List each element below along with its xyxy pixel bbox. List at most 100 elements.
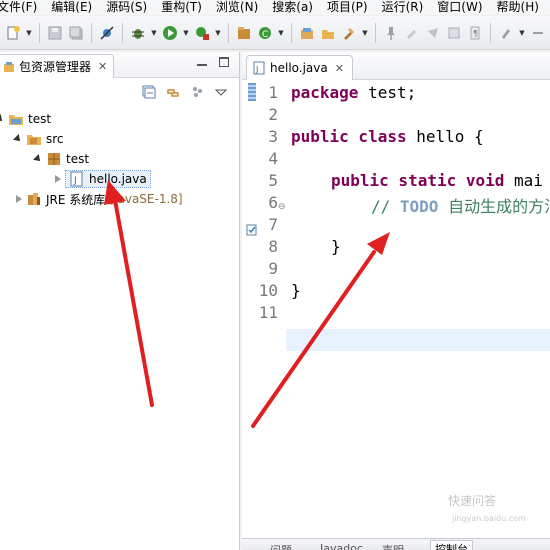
keyword: package (291, 83, 359, 102)
collapse-all-icon[interactable] (141, 84, 157, 100)
tab-declaration[interactable]: 声明 (382, 542, 404, 550)
close-icon[interactable]: ✕ (98, 60, 107, 73)
line-number: 1 (268, 83, 278, 102)
annotation-icon[interactable] (424, 24, 442, 42)
tab-javadoc[interactable]: Javadoc (320, 542, 363, 550)
tab-title: hello.java (270, 61, 328, 75)
menu-bar: 文件(F) 编辑(E) 源码(S) 重构(T) 浏览(N) 搜索(a) 项目(P… (0, 0, 550, 15)
line-number: 10 (258, 281, 278, 300)
menu-search[interactable]: 搜索(a) (265, 0, 320, 15)
prev-annotation-icon[interactable] (529, 24, 547, 42)
chevron-down-icon[interactable]: ▼ (277, 29, 285, 37)
menu-help[interactable]: 帮助(H) (490, 0, 546, 15)
chevron-down-icon[interactable]: ▼ (182, 29, 190, 37)
new-icon[interactable] (4, 24, 22, 42)
code-line-5: public static void mai (331, 171, 543, 190)
toolbar-separator (291, 22, 292, 43)
link-with-editor-icon[interactable] (165, 84, 181, 100)
toggle-mark-icon[interactable] (403, 24, 421, 42)
comment: // (371, 197, 400, 216)
svg-text:C: C (262, 30, 268, 40)
minimize-icon[interactable] (197, 64, 207, 66)
expand-arrow-icon[interactable] (0, 114, 5, 124)
tree-item-hello-java[interactable]: J hello.java (55, 169, 151, 189)
tree-item-src[interactable]: src (13, 129, 64, 149)
chevron-down-icon[interactable]: ▼ (150, 29, 158, 37)
tab-package-explorer[interactable]: 包资源管理器 ✕ (0, 54, 115, 78)
search-icon[interactable] (340, 24, 358, 42)
code-text: test; (358, 83, 417, 102)
eclipse-window: 文件(F) 编辑(E) 源码(S) 重构(T) 浏览(N) 搜索(a) 项目(P… (0, 0, 550, 550)
menu-project[interactable]: 项目(P) (320, 0, 375, 15)
java-file-icon: J (253, 61, 265, 75)
toolbar-separator (122, 22, 123, 43)
external-tools-icon[interactable] (193, 24, 211, 42)
expand-arrow-icon[interactable] (33, 154, 43, 164)
jre-version: [JavaSE-1.8] (109, 192, 183, 206)
run-icon[interactable] (161, 24, 179, 42)
tab-console[interactable]: 控制台 (430, 540, 473, 550)
tab-hello-java[interactable]: J hello.java ✕ (246, 55, 353, 80)
next-annotation-icon[interactable] (497, 24, 515, 42)
view-menu-dots-icon[interactable] (189, 84, 205, 100)
svg-text:J: J (255, 65, 258, 74)
chevron-down-icon[interactable]: ▼ (25, 29, 33, 37)
pin-icon[interactable] (382, 24, 400, 42)
menu-edit[interactable]: 编辑(E) (44, 0, 99, 15)
source-folder-icon (27, 135, 41, 145)
menu-run[interactable]: 运行(R) (375, 0, 431, 15)
project-name: test (28, 112, 52, 126)
package-explorer-icon (4, 61, 14, 72)
chevron-down-icon[interactable]: ▼ (518, 29, 526, 37)
menu-refactor[interactable]: 重构(T) (154, 0, 209, 15)
line-number: 8 (268, 237, 278, 256)
code-text: } (331, 237, 341, 256)
new-class-icon[interactable]: C (256, 24, 274, 42)
tree-item-package[interactable]: test (33, 149, 89, 169)
save-all-icon[interactable] (67, 24, 85, 42)
menu-window[interactable]: 窗口(W) (430, 0, 489, 15)
view-menu-chevron-icon[interactable] (213, 84, 229, 100)
keyword: public static void (331, 171, 505, 190)
expand-arrow-icon[interactable] (13, 134, 23, 144)
line-number: 3 (268, 127, 278, 146)
collapsed-arrow-icon[interactable] (55, 175, 61, 183)
line-number: 4 (268, 149, 278, 168)
selected-file[interactable]: J hello.java (65, 170, 151, 188)
close-icon[interactable]: ✕ (335, 62, 344, 75)
skip-breakpoints-icon[interactable] (98, 24, 116, 42)
java-file-icon: J (70, 171, 83, 187)
tree-item-project[interactable]: test (0, 109, 51, 129)
editor-tabbar: J hello.java ✕ (242, 52, 550, 80)
watermark-url: jingyan.baidu.com (452, 514, 526, 523)
package-explorer-panel: 包资源管理器 ✕ test src test J hello.java JRE … (0, 52, 240, 550)
editor-body[interactable]: ⊖ 1 2 3 4 5 6 7 8 9 10 11 package test; … (242, 80, 550, 540)
chevron-down-icon[interactable]: ▼ (361, 29, 369, 37)
fold-collapse-icon[interactable]: ⊖ (278, 202, 286, 212)
tab-problems[interactable]: 问题 (270, 542, 292, 550)
chevron-down-icon[interactable]: ▼ (214, 29, 222, 37)
bottom-panel-tabbar: 问题 Javadoc 声明 控制台 (242, 538, 550, 550)
maximize-icon[interactable] (219, 57, 229, 67)
file-name: hello.java (89, 172, 147, 186)
open-type-icon[interactable] (298, 24, 316, 42)
debug-icon[interactable] (129, 24, 147, 42)
open-folder-icon[interactable] (319, 24, 337, 42)
menu-navigate[interactable]: 浏览(N) (209, 0, 265, 15)
tree-item-jre[interactable]: JRE 系统库 [JavaSE-1.8] (16, 189, 183, 209)
show-whitespace-icon[interactable]: ¶ (466, 24, 484, 42)
java-editor: J hello.java ✕ ⊖ 1 2 3 4 5 6 7 8 9 10 11 (242, 52, 550, 540)
current-line-highlight (286, 329, 550, 351)
menu-file[interactable]: 文件(F) (0, 0, 44, 15)
save-icon[interactable] (46, 24, 64, 42)
collapsed-arrow-icon[interactable] (16, 195, 22, 203)
line-number: 6 (268, 193, 278, 212)
menu-source[interactable]: 源码(S) (99, 0, 154, 15)
new-java-project-icon[interactable] (235, 24, 253, 42)
code-line-3: public class hello { (291, 127, 484, 146)
word-wrap-icon[interactable] (445, 24, 463, 42)
main-toolbar: ▼ ▼ ▼ ▼ C ▼ ▼ ¶ ▼ (0, 16, 550, 50)
toolbar-separator (39, 22, 40, 43)
line-number: 7 (268, 215, 278, 234)
line-number: 11 (258, 303, 278, 322)
